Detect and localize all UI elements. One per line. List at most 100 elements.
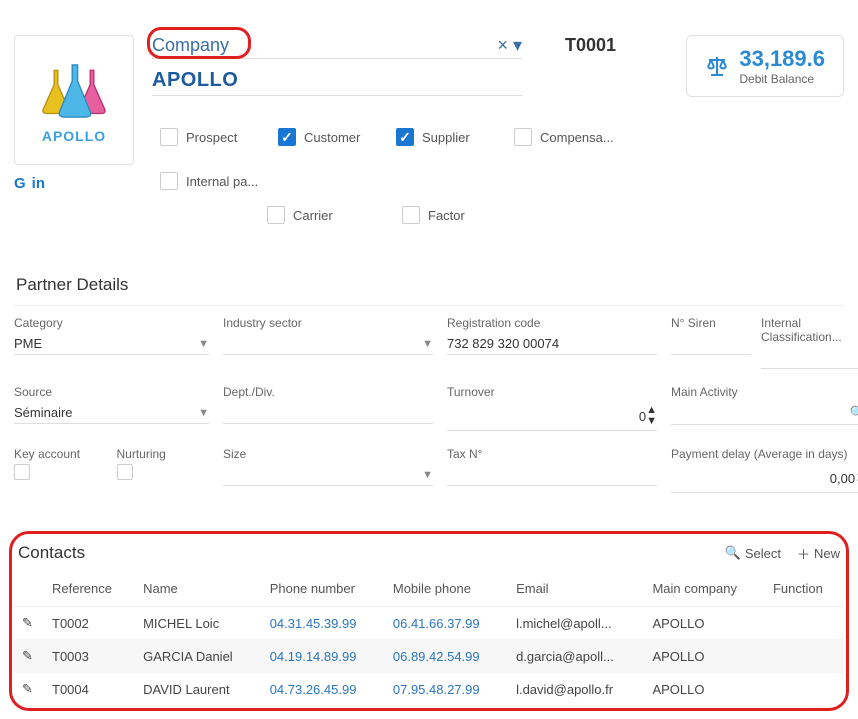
scale-icon (705, 54, 729, 78)
intclass-input[interactable] (761, 347, 858, 369)
cell-company: APOLLO (644, 673, 765, 706)
contacts-title: Contacts (18, 543, 85, 563)
col-mobile[interactable]: Mobile phone (385, 571, 508, 607)
nurturing-checkbox[interactable] (117, 464, 133, 480)
edit-icon[interactable]: ✎ (22, 648, 36, 664)
balance-value: 33,189.6 (739, 46, 825, 72)
search-icon: 🔍 (725, 545, 741, 561)
flags-row2: Carrier Factor (267, 206, 668, 224)
compensation-checkbox[interactable] (514, 128, 532, 146)
partner-type-value: Company (152, 35, 229, 56)
carrier-checkbox[interactable] (267, 206, 285, 224)
col-email[interactable]: Email (508, 571, 644, 607)
siren-input[interactable] (671, 333, 751, 355)
clear-dropdown[interactable]: × ▾ (497, 35, 522, 56)
select-button[interactable]: 🔍Select (725, 544, 781, 563)
turnover-label: Turnover (447, 385, 657, 399)
compensation-label: Compensa... (540, 130, 614, 145)
partner-code: T0001 (565, 35, 616, 56)
nurturing-label: Nurturing (117, 447, 210, 461)
chevron-down-icon: ▼ (198, 338, 209, 350)
registration-input[interactable] (447, 333, 657, 355)
spinner-icon[interactable]: ▲▼ (646, 405, 657, 427)
cell-phone[interactable]: 04.31.45.39.99 (270, 616, 357, 631)
industry-label: Industry sector (223, 316, 433, 330)
new-button[interactable]: ＋New (797, 544, 840, 563)
edit-icon[interactable]: ✎ (22, 681, 36, 697)
cell-email: d.garcia@apoll... (508, 640, 644, 673)
cell-email: l.david@apollo.fr (508, 673, 644, 706)
prospect-label: Prospect (186, 130, 237, 145)
factor-checkbox[interactable] (402, 206, 420, 224)
col-company[interactable]: Main company (644, 571, 765, 607)
keyacc-checkbox[interactable] (14, 464, 30, 480)
category-select[interactable]: ▼ (14, 333, 209, 355)
dept-label: Dept./Div. (223, 385, 433, 399)
category-label: Category (14, 316, 209, 330)
balance-card[interactable]: 33,189.6 Debit Balance (686, 35, 844, 97)
cell-phone[interactable]: 04.73.26.45.99 (270, 682, 357, 697)
cell-mobile[interactable]: 07.95.48.27.99 (393, 682, 480, 697)
search-icon[interactable]: 🔍 (850, 405, 858, 421)
supplier-checkbox[interactable] (396, 128, 414, 146)
edit-icon[interactable]: ✎ (22, 615, 36, 631)
payment-label: Payment delay (Average in days) (671, 447, 858, 461)
customer-checkbox[interactable] (278, 128, 296, 146)
cell-mobile[interactable]: 06.41.66.37.99 (393, 616, 480, 631)
col-phone[interactable]: Phone number (262, 571, 385, 607)
main-column: Company × ▾ T0001 APOLLO Prospect Custom… (152, 35, 668, 224)
partner-name: APOLLO (152, 69, 238, 91)
table-row[interactable]: ✎T0002MICHEL Loic04.31.45.39.9906.41.66.… (14, 607, 844, 640)
linkedin-icon[interactable]: in (32, 175, 45, 192)
plus-icon: ＋ (797, 544, 810, 563)
cell-ref: T0003 (44, 640, 135, 673)
contacts-table: Reference Name Phone number Mobile phone… (14, 571, 844, 705)
partner-name-field[interactable]: APOLLO (152, 69, 522, 96)
cell-ref: T0002 (44, 607, 135, 640)
table-row[interactable]: ✎ T0004DAVID Laurent 04.73.26.45.99 07.95.4… (14, 673, 844, 706)
col-name[interactable]: Name (135, 571, 262, 607)
registration-label: Registration code (447, 316, 657, 330)
table-row[interactable]: ✎ T0003GARCIA Daniel 04.19.14.89.99 06.89.4… (14, 640, 844, 673)
source-select[interactable]: ▼ (14, 402, 209, 424)
cell-mobile[interactable]: 06.89.42.54.99 (393, 649, 480, 664)
cell-func (765, 640, 844, 673)
supplier-label: Supplier (422, 130, 470, 145)
mainact-label: Main Activity (671, 385, 858, 399)
cell-name: DAVID Laurent (135, 673, 262, 706)
col-ref[interactable]: Reference (44, 571, 135, 607)
partner-type-select[interactable]: Company × ▾ (152, 35, 522, 59)
chevron-down-icon: ▼ (198, 407, 209, 419)
col-func[interactable]: Function (765, 571, 844, 607)
partner-logo[interactable]: APOLLO (14, 35, 134, 165)
payment-input[interactable]: ▲▼ (671, 464, 858, 493)
contacts-section: Contacts 🔍Select ＋New Reference Name Pho… (14, 535, 844, 705)
mainact-search[interactable]: 🔍 (671, 402, 858, 425)
tax-input[interactable] (447, 464, 657, 486)
cell-phone[interactable]: 04.19.14.89.99 (270, 649, 357, 664)
cell-company: APOLLO (644, 607, 765, 640)
industry-select[interactable]: ▼ (223, 333, 433, 355)
logo-column: APOLLO G in (14, 35, 134, 192)
cell-company: APOLLO (644, 640, 765, 673)
header-row: APOLLO G in Company × ▾ T0001 APOLLO Pro… (14, 35, 844, 224)
cell-name: GARCIA Daniel (135, 640, 262, 673)
prospect-checkbox[interactable] (160, 128, 178, 146)
balance-label: Debit Balance (739, 72, 825, 86)
size-label: Size (223, 447, 433, 461)
social-links: G in (14, 175, 134, 192)
dept-input[interactable] (223, 402, 433, 424)
internal-checkbox[interactable] (160, 172, 178, 190)
size-select[interactable]: ▼ (223, 464, 433, 486)
cell-ref: T0004 (44, 673, 135, 706)
partner-details-title: Partner Details (14, 269, 844, 301)
cell-func (765, 673, 844, 706)
turnover-input[interactable]: ▲▼ (447, 402, 657, 431)
customer-label: Customer (304, 130, 360, 145)
flask-icon (29, 56, 119, 126)
company-line: Company × ▾ T0001 (152, 35, 668, 59)
intclass-label: Internal Classification... (761, 316, 858, 344)
chevron-down-icon: ▼ (422, 469, 433, 481)
source-label: Source (14, 385, 209, 399)
google-icon[interactable]: G (14, 175, 26, 192)
